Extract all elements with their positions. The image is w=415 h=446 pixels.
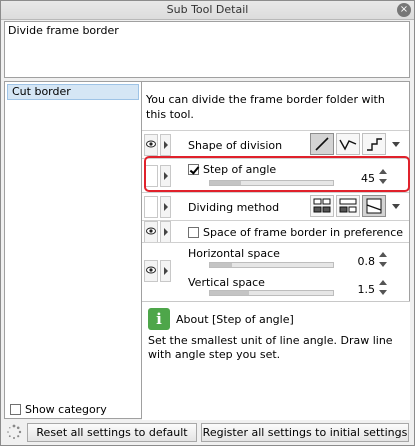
- about-text: Set the smallest unit of line angle. Dra…: [148, 334, 393, 361]
- space-in-preference-toggle[interactable]: Space of frame border in preference: [188, 226, 403, 239]
- polyline-icon[interactable]: [336, 133, 360, 155]
- expand-arrow-icon[interactable]: [160, 134, 171, 156]
- horizontal-space-slider[interactable]: [209, 262, 334, 268]
- about-panel: i About [Step of angle] Set the smallest…: [142, 301, 410, 420]
- vertical-space-value[interactable]: 1.5: [347, 283, 376, 296]
- sub-tool-detail-window: Sub Tool Detail × Divide frame border Cu…: [0, 0, 415, 446]
- tool-description: You can divide the frame border folder w…: [146, 93, 385, 121]
- property-dividing-method: Dividing method: [142, 192, 409, 220]
- category-list: Cut border Show category: [4, 81, 142, 419]
- property-space-in-preference: Space of frame border in preference: [142, 220, 409, 243]
- property-label: Space of frame border in preference: [203, 226, 404, 239]
- divide-both-icon[interactable]: [310, 195, 334, 217]
- expand-arrow-icon[interactable]: [160, 260, 171, 282]
- slider-fill: [210, 291, 250, 295]
- window-title: Sub Tool Detail: [166, 3, 249, 16]
- tool-name-field[interactable]: Divide frame border: [4, 21, 410, 78]
- property-label: Shape of division: [188, 139, 283, 152]
- expand-arrow-icon[interactable]: [160, 221, 171, 243]
- footer-bar: Reset all settings to default Register a…: [1, 420, 414, 445]
- space-in-preference-checkbox[interactable]: [188, 227, 199, 238]
- info-icon: i: [148, 308, 170, 330]
- eye-slot-empty[interactable]: [144, 196, 158, 218]
- property-label: Vertical space: [188, 276, 265, 289]
- loading-spinner-icon: [7, 424, 22, 439]
- divide-one-icon[interactable]: [336, 195, 360, 217]
- register-initial-button[interactable]: Register all settings to initial setting…: [201, 423, 409, 442]
- property-shape-of-division: Shape of division: [142, 130, 409, 158]
- slider-fill: [210, 263, 233, 267]
- eye-icon[interactable]: [144, 221, 158, 243]
- chevron-down-icon[interactable]: [390, 133, 402, 155]
- vertical-space-slider[interactable]: [209, 290, 334, 296]
- highlight-step-of-angle: [144, 156, 410, 192]
- property-space-group: Horizontal space 0.8 Vertical space 1.5: [142, 242, 409, 298]
- chevron-down-icon[interactable]: [390, 195, 402, 217]
- horizontal-space-value[interactable]: 0.8: [347, 255, 376, 268]
- vertical-space-spinner[interactable]: [378, 279, 388, 297]
- property-label: Dividing method: [188, 201, 280, 214]
- reset-default-button[interactable]: Reset all settings to default: [27, 423, 197, 442]
- category-item-cut-border[interactable]: Cut border: [7, 84, 139, 100]
- expand-arrow-icon[interactable]: [160, 196, 171, 218]
- show-category-toggle[interactable]: Show category: [10, 402, 107, 416]
- eye-icon[interactable]: [144, 134, 158, 156]
- eye-icon[interactable]: [144, 260, 158, 282]
- property-label: Horizontal space: [188, 247, 280, 260]
- show-category-label: Show category: [25, 402, 107, 416]
- show-category-checkbox[interactable]: [10, 403, 21, 415]
- step-line-icon[interactable]: [362, 133, 386, 155]
- close-icon[interactable]: ×: [397, 3, 411, 17]
- horizontal-space-spinner[interactable]: [378, 251, 388, 269]
- title-bar[interactable]: Sub Tool Detail ×: [1, 1, 414, 20]
- divide-trim-icon[interactable]: [362, 195, 386, 217]
- about-title: About [Step of angle]: [176, 313, 294, 326]
- straight-line-icon[interactable]: [310, 133, 334, 155]
